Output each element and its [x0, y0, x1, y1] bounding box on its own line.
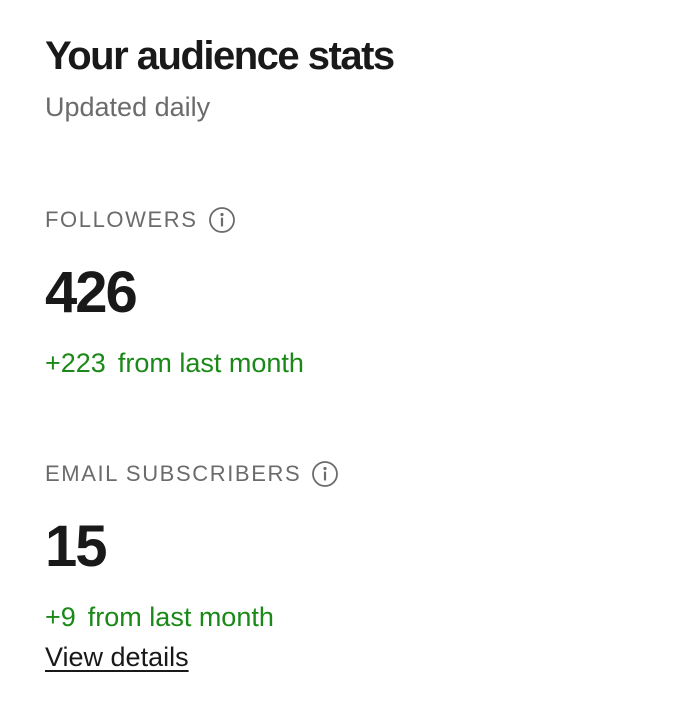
email-subscribers-label-row: EMAIL SUBSCRIBERS — [45, 458, 665, 490]
email-subscribers-change: +9 from last month — [45, 601, 665, 633]
email-subscribers-delta: +9 — [45, 602, 76, 632]
email-subscribers-label: EMAIL SUBSCRIBERS — [45, 461, 302, 486]
page-subtitle: Updated daily — [45, 92, 211, 122]
followers-count: 426 — [45, 260, 138, 325]
email-subscribers-count: 15 — [45, 514, 108, 579]
info-icon[interactable] — [208, 206, 236, 234]
followers-label-row: FOLLOWERS — [45, 204, 665, 236]
email-subscribers-stat: EMAIL SUBSCRIBERS 15 +9 from last month V… — [45, 458, 665, 673]
followers-change: +223 from last month — [45, 347, 665, 379]
followers-delta-text: from last month — [117, 348, 304, 378]
followers-delta: +223 — [45, 348, 106, 378]
followers-label: FOLLOWERS — [45, 207, 198, 232]
page-title: Your audience stats — [45, 34, 395, 78]
email-subscribers-delta-text: from last month — [87, 602, 274, 632]
info-icon[interactable] — [311, 460, 339, 488]
followers-stat: FOLLOWERS 426 +223 from last month — [45, 204, 665, 379]
view-details-link[interactable]: View details — [45, 641, 189, 673]
